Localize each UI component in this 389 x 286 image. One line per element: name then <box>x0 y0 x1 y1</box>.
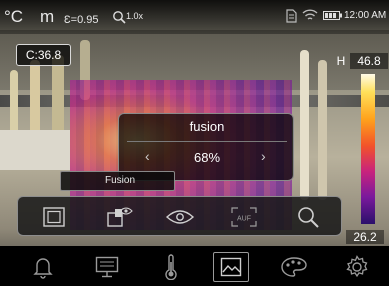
high-label: H <box>336 54 346 68</box>
alarm-button[interactable] <box>25 252 61 282</box>
settings-button[interactable] <box>339 252 375 282</box>
emissivity-readout[interactable]: Ɛ=0.95 <box>64 10 98 30</box>
image-mode-icon <box>220 257 242 277</box>
auto-focus-button[interactable]: AUF <box>222 201 266 233</box>
wifi-icon <box>302 9 318 22</box>
visible-eye-icon <box>165 209 195 225</box>
distance-unit[interactable]: m <box>40 7 54 27</box>
monitor-icon <box>95 256 119 278</box>
status-bar: °C m Ɛ=0.95 1.0x 12:00 AM <box>0 0 389 34</box>
picture-in-picture-icon <box>106 206 134 228</box>
measurement-button[interactable] <box>153 252 189 282</box>
display-button[interactable] <box>89 252 125 282</box>
color-scale-bar <box>361 74 375 224</box>
thermometer-icon <box>164 254 178 280</box>
fusion-value: 68% <box>193 150 221 165</box>
zoom-icon <box>112 10 126 24</box>
increase-arrow-icon[interactable]: › <box>261 148 266 164</box>
wire <box>300 50 309 200</box>
visible-button[interactable] <box>158 201 202 233</box>
zoom-level: 1.0x <box>126 11 144 21</box>
center-temperature: C:36.8 <box>16 44 71 66</box>
emissivity-value: Ɛ=0.95 <box>64 14 99 26</box>
settings-gear-icon <box>345 255 369 279</box>
picture-in-picture-button[interactable] <box>98 201 142 233</box>
magnify-button[interactable] <box>286 201 330 233</box>
temperature-unit[interactable]: °C <box>4 7 23 27</box>
storage-icon <box>286 9 297 23</box>
svg-text:AUF: AUF <box>237 216 251 223</box>
high-temperature[interactable]: 46.8 <box>350 53 388 69</box>
palette-button[interactable] <box>276 252 312 282</box>
mode-label: Fusion <box>60 171 175 191</box>
breaker-block <box>0 130 70 170</box>
image-mode-button[interactable] <box>213 252 249 282</box>
zoom-readout[interactable]: 1.0x <box>112 6 143 26</box>
magnify-icon <box>296 205 320 229</box>
image-mode-toolbar: AUF <box>17 196 342 236</box>
alarm-bell-icon <box>33 255 53 279</box>
bottom-navigation <box>0 246 389 286</box>
palette-icon <box>281 256 307 278</box>
full-frame-button[interactable] <box>32 201 76 233</box>
auto-focus-icon: AUF <box>231 207 257 227</box>
clock: 12:00 AM <box>344 10 387 21</box>
low-temperature[interactable]: 26.2 <box>346 230 384 244</box>
full-frame-icon <box>43 207 65 227</box>
wire <box>318 60 327 200</box>
divider <box>127 141 287 142</box>
battery-icon <box>323 11 342 20</box>
popup-title: fusion <box>189 119 225 134</box>
